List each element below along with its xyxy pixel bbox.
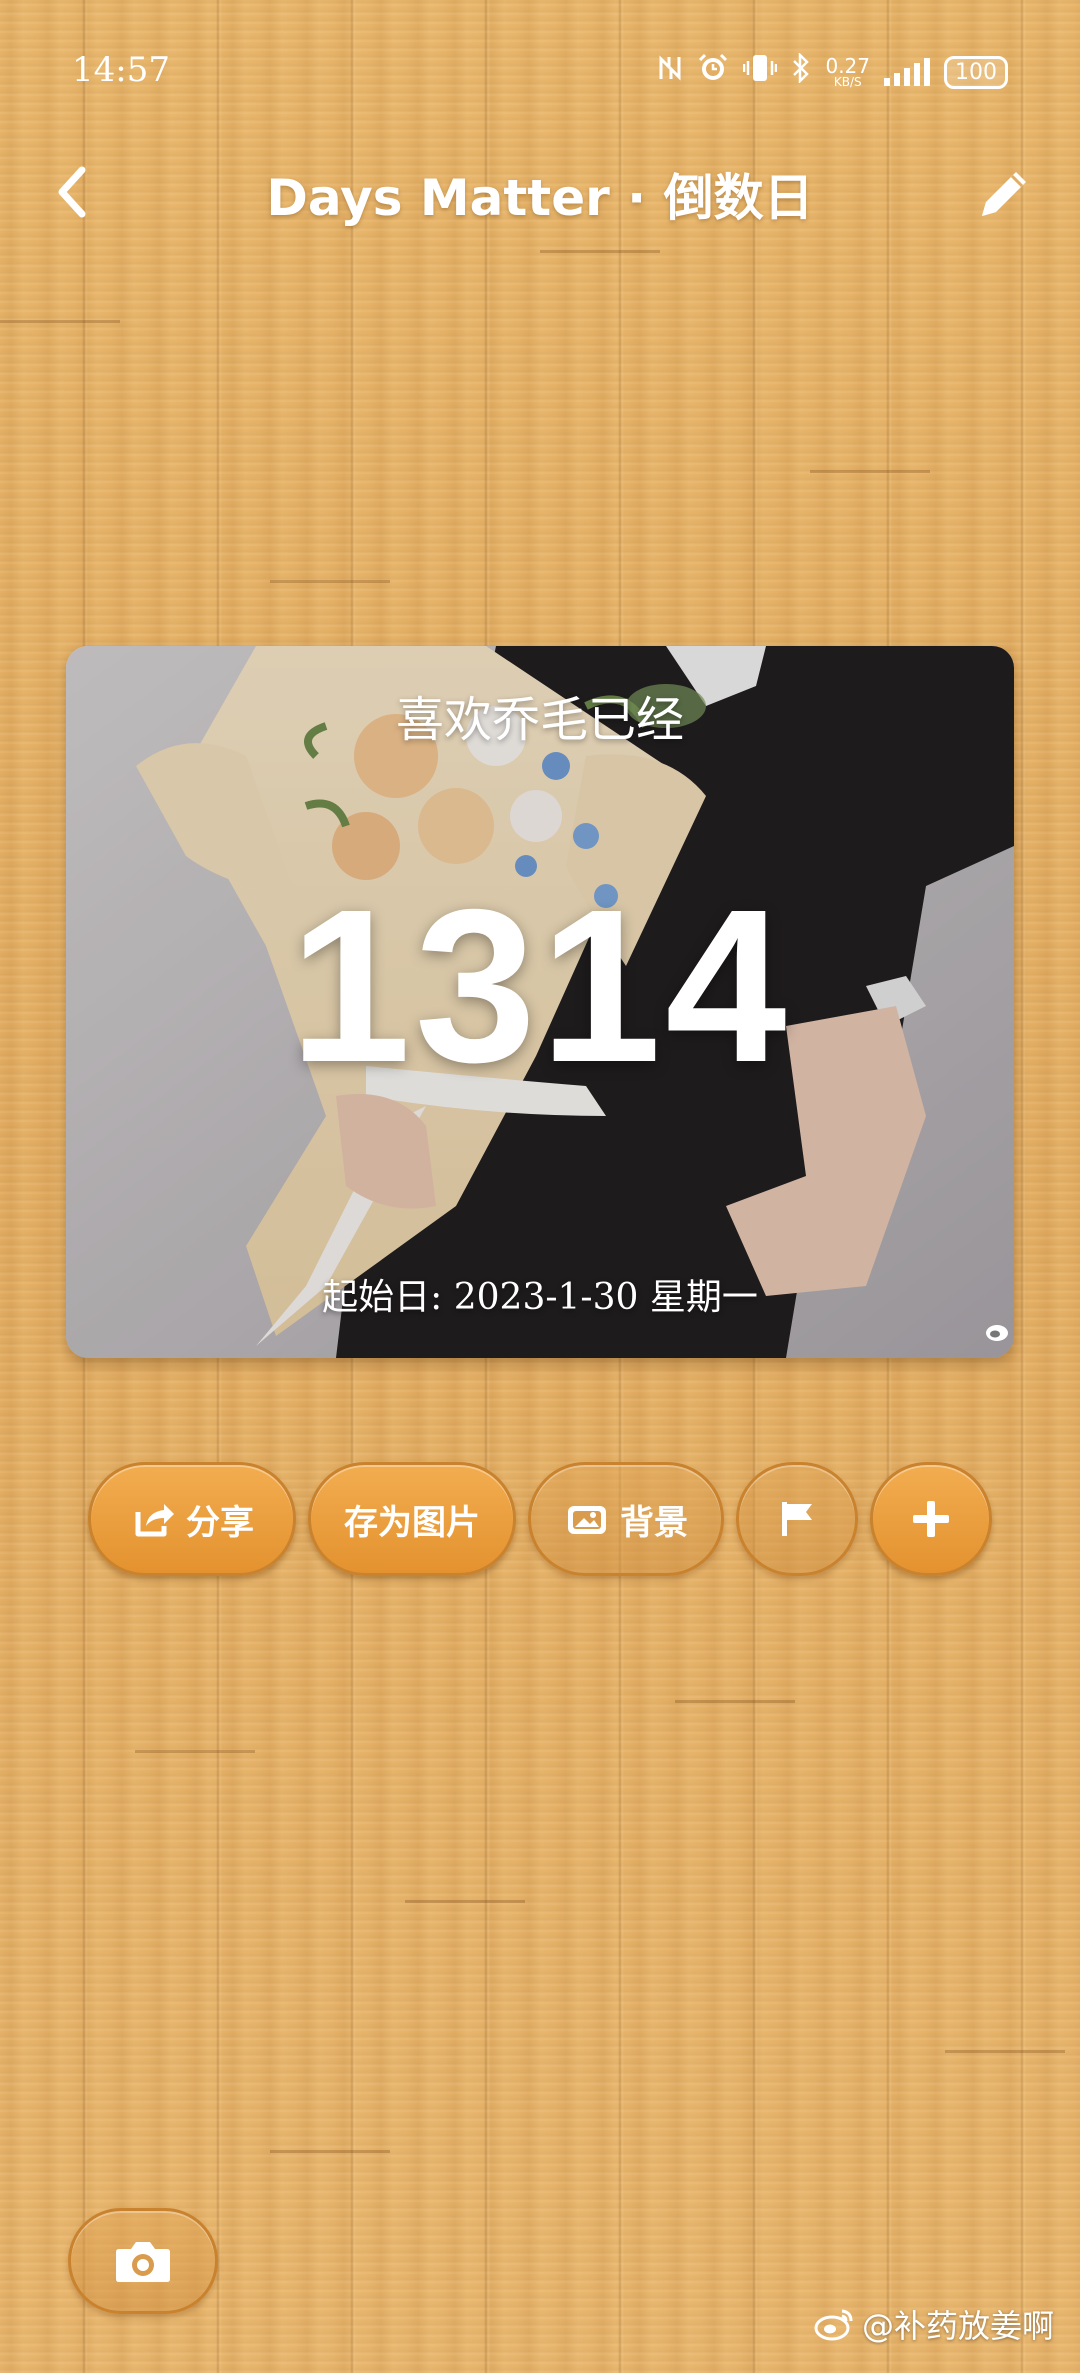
camera-button[interactable] <box>68 2208 218 2314</box>
nfc-icon <box>657 53 683 91</box>
net-speed-value: 0.27 <box>825 54 870 78</box>
start-date: 起始日: 2023-1-30 星期一 <box>322 1277 758 1318</box>
status-icons: 0.27 KB/S 100 <box>657 51 1008 92</box>
event-card[interactable]: 喜欢乔毛已经 1314 起始日: 2023-1-30 星期一 <box>66 646 1014 1358</box>
bluetooth-icon <box>791 51 811 91</box>
share-label: 分享 <box>186 1502 254 1543</box>
net-speed: 0.27 KB/S <box>825 56 870 88</box>
battery-icon: 100 <box>944 55 1008 89</box>
watermark: @补药放姜啊 <box>814 2301 1054 2347</box>
wood-joint <box>945 2050 1065 2053</box>
wood-joint <box>0 320 120 323</box>
battery-level: 100 <box>955 59 997 85</box>
day-count: 1314 <box>289 865 791 1108</box>
status-bar: 14:57 0.27 KB/S 100 <box>0 0 1080 140</box>
watermark-text: @补药放姜啊 <box>861 2307 1054 2345</box>
vibrate-icon <box>743 53 778 91</box>
plus-icon <box>913 1501 949 1537</box>
add-button[interactable] <box>870 1462 992 1576</box>
save-image-button[interactable]: 存为图片 <box>308 1462 516 1576</box>
image-icon <box>568 1506 606 1534</box>
page-title: Days Matter · 倒数日 <box>266 169 814 227</box>
wood-joint <box>405 1900 525 1903</box>
share-button[interactable]: 分享 <box>88 1462 296 1576</box>
save-image-label: 存为图片 <box>344 1502 480 1543</box>
edit-button[interactable] <box>972 162 1036 226</box>
share-icon <box>135 1504 174 1537</box>
weibo-icon <box>986 1325 1008 1341</box>
wood-joint <box>675 1700 795 1703</box>
flag-icon <box>782 1502 812 1536</box>
event-title: 喜欢乔毛已经 <box>395 692 684 748</box>
alarm-icon <box>697 52 729 92</box>
background-label: 背景 <box>620 1502 688 1543</box>
background-button[interactable]: 背景 <box>528 1462 724 1576</box>
wood-joint <box>135 1750 255 1753</box>
signal-icon <box>884 58 930 86</box>
wood-joint <box>540 250 660 253</box>
wood-joint <box>810 470 930 473</box>
net-speed-unit: KB/S <box>833 75 862 89</box>
flag-button[interactable] <box>736 1462 858 1576</box>
status-time: 14:57 <box>72 50 170 90</box>
wood-joint <box>270 580 390 583</box>
camera-icon <box>116 2242 170 2282</box>
pencil-icon <box>982 172 1026 216</box>
wood-joint <box>270 2150 390 2153</box>
weibo-icon <box>814 2309 853 2341</box>
nav-bar: Days Matter · 倒数日 <box>0 150 1080 230</box>
